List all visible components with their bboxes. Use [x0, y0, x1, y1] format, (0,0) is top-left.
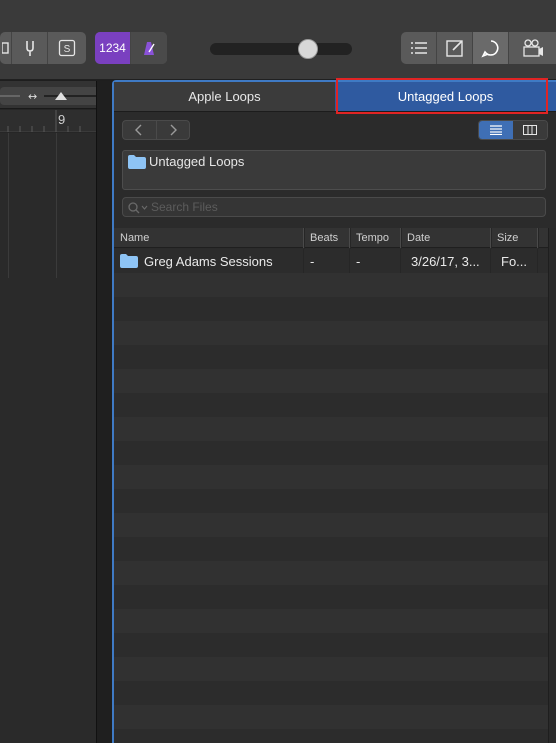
empty-row [114, 345, 556, 369]
empty-row [114, 513, 556, 537]
column-header-beats[interactable]: Beats [304, 228, 350, 248]
list-header: Name Beats Tempo Date Size [114, 228, 556, 248]
column-view-button[interactable] [513, 121, 547, 139]
empty-row [114, 561, 556, 585]
grid-line [56, 133, 57, 278]
horizontal-zoom-icon: ↔ [0, 90, 98, 103]
partial-tool-button[interactable] [0, 32, 12, 64]
ruler[interactable]: 9 [0, 110, 96, 132]
list-view-icon [490, 125, 502, 135]
column-header-date[interactable]: Date [401, 228, 491, 248]
search-field[interactable]: Search Files [122, 197, 546, 217]
empty-row [114, 273, 556, 297]
size-cell: Fo... [491, 249, 538, 273]
view-group-right [401, 32, 556, 64]
solo-button[interactable]: S [48, 32, 86, 64]
master-volume-knob[interactable] [298, 39, 318, 59]
empty-row [114, 465, 556, 489]
metronome-icon [144, 42, 155, 55]
date-cell: 3/26/17, 3... [401, 249, 491, 273]
count-in-label: 1234 [99, 41, 126, 55]
column-header-size[interactable]: Size [491, 228, 538, 248]
film-camera-icon [522, 39, 543, 57]
path-box: Untagged Loops [122, 150, 546, 190]
column-header-name[interactable]: Name [114, 228, 304, 248]
metronome-button[interactable] [131, 32, 167, 64]
table-row[interactable]: Greg Adams Sessions - - 3/26/17, 3... Fo… [114, 249, 556, 273]
loop-icon [480, 40, 499, 58]
row-name: Greg Adams Sessions [144, 253, 273, 269]
grid-line [8, 133, 9, 278]
search-icon [128, 202, 148, 214]
loop-browser-panel: Apple Loops Untagged Loops Untagged Loop… [112, 78, 556, 743]
tuning-fork-icon [25, 41, 34, 56]
empty-row [114, 705, 556, 729]
browser-tabs: Apple Loops Untagged Loops [114, 82, 556, 112]
file-list: Name Beats Tempo Date Size Greg Adams Se… [114, 228, 556, 743]
navigation-row [122, 120, 548, 142]
notepad-icon [445, 40, 463, 57]
column-view-icon [523, 125, 537, 135]
chevron-right-icon [170, 124, 177, 136]
tuner-button[interactable] [12, 32, 48, 64]
empty-row [114, 657, 556, 681]
note-pads-button[interactable] [437, 32, 473, 64]
empty-row [114, 681, 556, 705]
empty-row [114, 369, 556, 393]
list-scrollbar[interactable] [548, 228, 556, 743]
folder-icon [128, 155, 146, 169]
empty-row [114, 609, 556, 633]
list-rows: Greg Adams Sessions - - 3/26/17, 3... Fo… [114, 249, 556, 743]
empty-row [114, 489, 556, 513]
tab-untagged-loops[interactable]: Untagged Loops [335, 82, 556, 111]
track-lane[interactable] [0, 133, 96, 743]
empty-row [114, 729, 556, 743]
current-folder-label: Untagged Loops [149, 154, 245, 169]
master-volume-slider[interactable] [210, 43, 352, 55]
partial-icon [1, 42, 9, 54]
logic-window: S 1234 ↔ 9 Apple Loops Untagged Loops Un… [0, 0, 556, 743]
empty-row [114, 633, 556, 657]
zoom-control[interactable]: ↔ [0, 87, 102, 105]
list-icon [410, 42, 427, 54]
empty-row [114, 417, 556, 441]
tracks-header-strip: ↔ [0, 81, 110, 109]
history-buttons [122, 120, 190, 140]
name-cell: Greg Adams Sessions [114, 249, 304, 273]
column-header-tempo[interactable]: Tempo [350, 228, 401, 248]
tab-apple-loops[interactable]: Apple Loops [114, 82, 335, 111]
empty-row [114, 321, 556, 345]
lcd-group: 1234 [95, 32, 167, 64]
list-view-button[interactable] [479, 121, 513, 139]
loop-browser-button[interactable] [473, 32, 509, 64]
empty-row [114, 585, 556, 609]
solo-icon: S [58, 39, 76, 57]
tracks-area: ↔ 9 [0, 81, 110, 743]
count-in-button[interactable]: 1234 [95, 32, 131, 64]
forward-button[interactable] [157, 121, 190, 139]
list-editors-button[interactable] [401, 32, 437, 64]
pane-divider[interactable] [96, 81, 110, 743]
tempo-cell: - [350, 249, 401, 273]
ruler-ticks [7, 110, 81, 132]
empty-row [114, 441, 556, 465]
empty-row [114, 297, 556, 321]
empty-row [114, 393, 556, 417]
main-toolbar: S 1234 [0, 0, 556, 80]
search-placeholder: Search Files [151, 200, 218, 214]
back-button[interactable] [123, 121, 157, 139]
folder-icon [120, 254, 138, 268]
tool-group-left: S [0, 32, 86, 64]
svg-text:S: S [64, 44, 71, 55]
chevron-left-icon [135, 124, 142, 136]
empty-row [114, 537, 556, 561]
media-browser-button[interactable] [509, 32, 556, 64]
svg-text:↔: ↔ [28, 90, 37, 103]
beats-cell: - [304, 249, 350, 273]
view-mode-buttons [478, 120, 548, 140]
